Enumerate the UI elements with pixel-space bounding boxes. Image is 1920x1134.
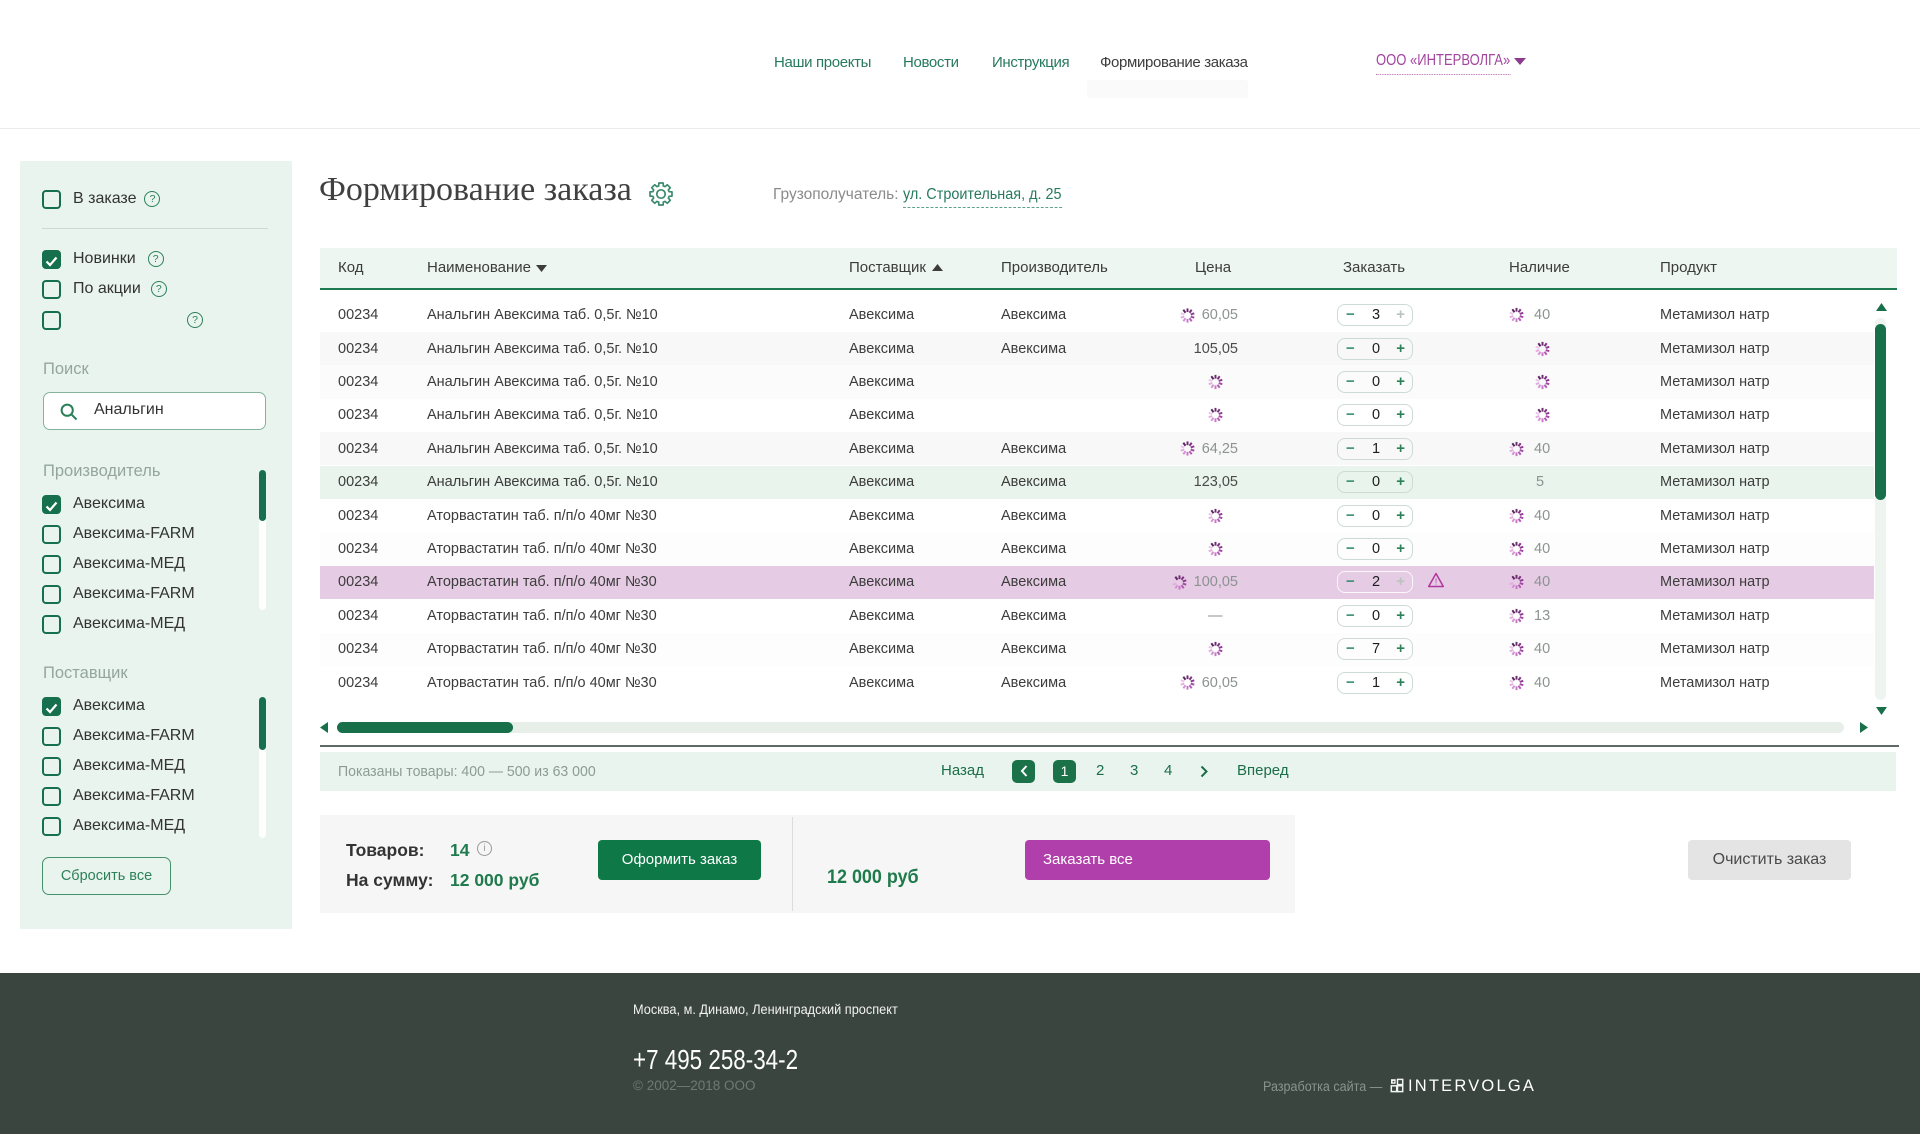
svg-text:!: ! [1435,577,1437,587]
